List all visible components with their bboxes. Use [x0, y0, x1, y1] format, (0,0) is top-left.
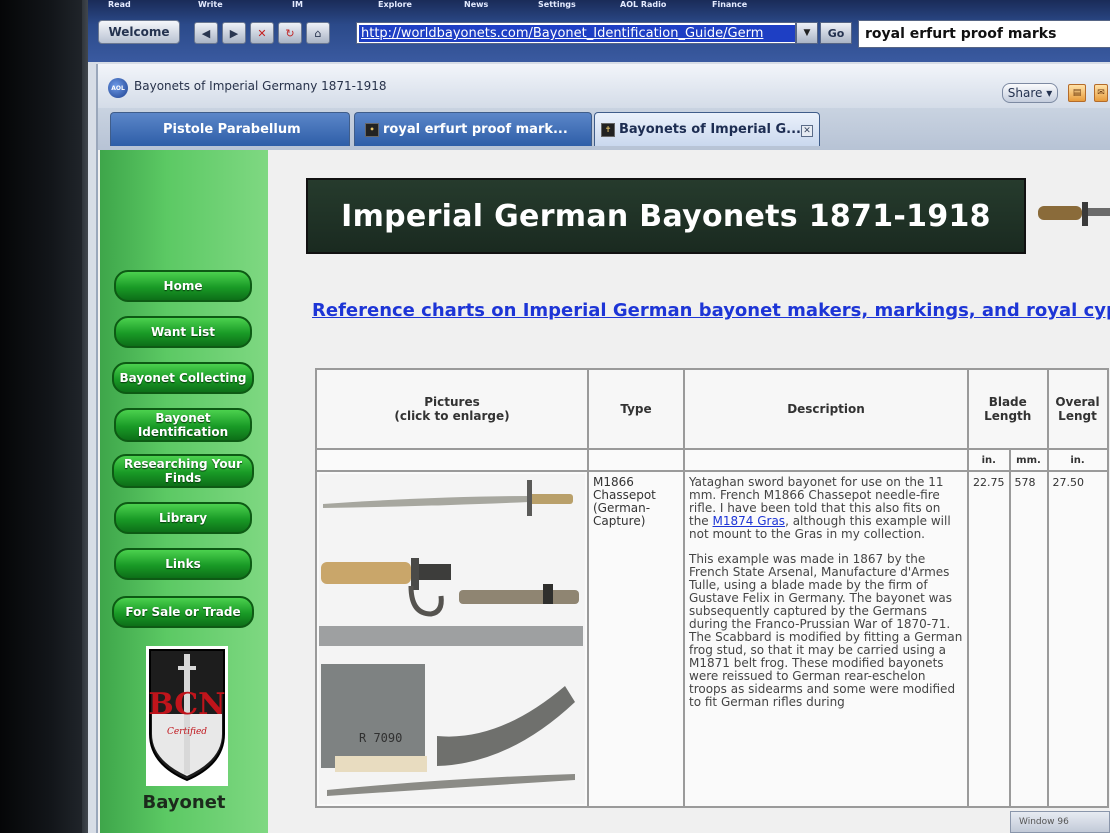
address-bar[interactable]: http://worldbayonets.com/Bayonet_Identif…: [356, 22, 796, 44]
address-dropdown-icon[interactable]: ▼: [796, 22, 818, 44]
description-paragraph: Yataghan sword bayonet for use on the 11…: [689, 476, 963, 541]
back-icon[interactable]: ◀: [194, 22, 218, 44]
description-paragraph: This example was made in 1867 by the Fre…: [689, 552, 963, 709]
blade-length-mm: 578: [1008, 470, 1049, 808]
header-type: Type: [587, 368, 685, 450]
sidebar: Home Want List Bayonet Collecting Bayone…: [100, 150, 268, 833]
pictures-cell: R 7090: [315, 470, 589, 808]
menu-aol-radio[interactable]: AOL Radio: [620, 0, 666, 9]
menu-explore[interactable]: Explore: [378, 0, 412, 9]
m1874-gras-link[interactable]: M1874 Gras: [713, 514, 786, 528]
type-cell: M1866 Chassepot (German-Capture): [587, 470, 685, 808]
sidebar-item-library[interactable]: Library: [114, 502, 252, 534]
close-tab-icon[interactable]: ✕: [801, 125, 813, 137]
photo-of-monitor: Read Write IM Explore News Settings AOL …: [0, 0, 1110, 833]
go-button[interactable]: Go: [820, 22, 852, 44]
bayonet-photos[interactable]: R 7090: [319, 474, 585, 804]
blade-length-in: 22.75: [967, 470, 1011, 808]
menu-settings[interactable]: Settings: [538, 0, 576, 9]
unit-in-overall: in.: [1046, 448, 1109, 472]
sidebar-item-home[interactable]: Home: [114, 270, 252, 302]
bayonet-favicon-icon: ✝: [601, 122, 615, 137]
tab-bayonets-imperial[interactable]: ✝ Bayonets of Imperial G... ✕: [594, 112, 820, 146]
header-blade-length: Blade Length: [967, 368, 1049, 450]
header-pictures-label: Pictures (click to enlarge): [394, 395, 510, 423]
bayonet-photos-image: R 7090: [319, 474, 585, 804]
sidebar-item-bayonet-identification[interactable]: Bayonet Identification: [114, 408, 252, 442]
aol-menu-strip: Read Write IM Explore News Settings AOL …: [88, 0, 1110, 12]
aol-favicon-icon: •: [365, 122, 379, 137]
tab-pistole-parabellum[interactable]: Pistole Parabellum: [110, 112, 350, 146]
bayonet-table: Pictures (click to enlarge) Type Descrip…: [315, 368, 1109, 808]
reference-charts-link[interactable]: Reference charts on Imperial German bayo…: [312, 300, 1110, 321]
refresh-icon[interactable]: ↻: [278, 22, 302, 44]
header-pictures: Pictures (click to enlarge): [315, 368, 589, 450]
share-label: Share: [1007, 86, 1043, 100]
address-url: http://worldbayonets.com/Bayonet_Identif…: [359, 25, 795, 42]
share-button[interactable]: Share ▾: [1002, 83, 1058, 103]
forward-icon[interactable]: ▶: [222, 22, 246, 44]
sidebar-item-bayonet-collecting[interactable]: Bayonet Collecting: [112, 362, 254, 394]
page-content: Home Want List Bayonet Collecting Bayone…: [98, 150, 1110, 833]
sidebar-item-researching-your-finds[interactable]: Researching Your Finds: [112, 454, 254, 488]
print-icon[interactable]: ▤: [1068, 84, 1086, 102]
tab-label: Pistole Parabellum: [163, 122, 301, 137]
monitor-bezel: [0, 0, 92, 833]
tab-royal-erfurt[interactable]: • royal erfurt proof mark...: [354, 112, 592, 146]
tab-label: Bayonets of Imperial G...: [619, 122, 801, 137]
aol-browser-screen: Read Write IM Explore News Settings AOL …: [88, 0, 1110, 833]
sidebar-item-want-list[interactable]: Want List: [114, 316, 252, 348]
table-row: R 7090 M1866 Chassepot (German-Capture) …: [315, 470, 1109, 808]
status-indicator: Window 96: [1010, 811, 1110, 833]
unit-empty: [315, 448, 589, 472]
badge-bcn-text: BCN: [148, 687, 225, 722]
sidebar-footer-text: Bayonet: [142, 792, 226, 813]
unit-empty: [587, 448, 685, 472]
badge-certified-text: Certified: [167, 727, 207, 737]
welcome-button[interactable]: Welcome: [98, 20, 180, 44]
aol-toolbar: Read Write IM Explore News Settings AOL …: [88, 0, 1110, 62]
unit-empty: [683, 448, 969, 472]
header-overall-length: Overal Lengt: [1046, 368, 1109, 450]
unit-in: in.: [967, 448, 1011, 472]
bcn-certified-logo[interactable]: BCN Certified: [146, 646, 228, 786]
tab-label: royal erfurt proof mark...: [383, 122, 568, 137]
aol-logo-icon: AOL: [108, 78, 128, 98]
menu-news[interactable]: News: [464, 0, 488, 9]
sidebar-item-for-sale-or-trade[interactable]: For Sale or Trade: [112, 596, 254, 628]
search-input[interactable]: royal erfurt proof marks: [858, 20, 1110, 48]
page-banner: Imperial German Bayonets 1871-1918: [306, 178, 1026, 254]
menu-write[interactable]: Write: [198, 0, 223, 9]
page-title: Imperial German Bayonets 1871-1918: [341, 198, 991, 234]
window-title: Bayonets of Imperial Germany 1871-1918: [134, 79, 387, 93]
home-icon[interactable]: ⌂: [306, 22, 330, 44]
description-cell: Yataghan sword bayonet for use on the 11…: [683, 470, 969, 808]
window-titlebar: AOL Bayonets of Imperial Germany 1871-19…: [98, 64, 1110, 108]
menu-finance[interactable]: Finance: [712, 0, 747, 9]
aol-navigation: Welcome ◀ ▶ ✕ ↻ ⌂ http://worldbayonets.c…: [88, 18, 1110, 48]
unit-mm: mm.: [1008, 448, 1049, 472]
stop-icon[interactable]: ✕: [250, 22, 274, 44]
tab-strip: Pistole Parabellum • royal erfurt proof …: [98, 108, 1110, 150]
sidebar-item-links[interactable]: Links: [114, 548, 252, 580]
overall-length-in: 27.50: [1046, 470, 1109, 808]
bayonet-hilt-image: [1038, 202, 1110, 226]
main-panel: Imperial German Bayonets 1871-1918 Refer…: [268, 150, 1110, 833]
header-description: Description: [683, 368, 969, 450]
browser-window: AOL Bayonets of Imperial Germany 1871-19…: [96, 64, 1110, 833]
menu-read[interactable]: Read: [108, 0, 131, 9]
menu-im[interactable]: IM: [292, 0, 303, 9]
mail-icon[interactable]: ✉: [1094, 84, 1108, 102]
blade-stamp-text: R 7090: [359, 731, 402, 745]
